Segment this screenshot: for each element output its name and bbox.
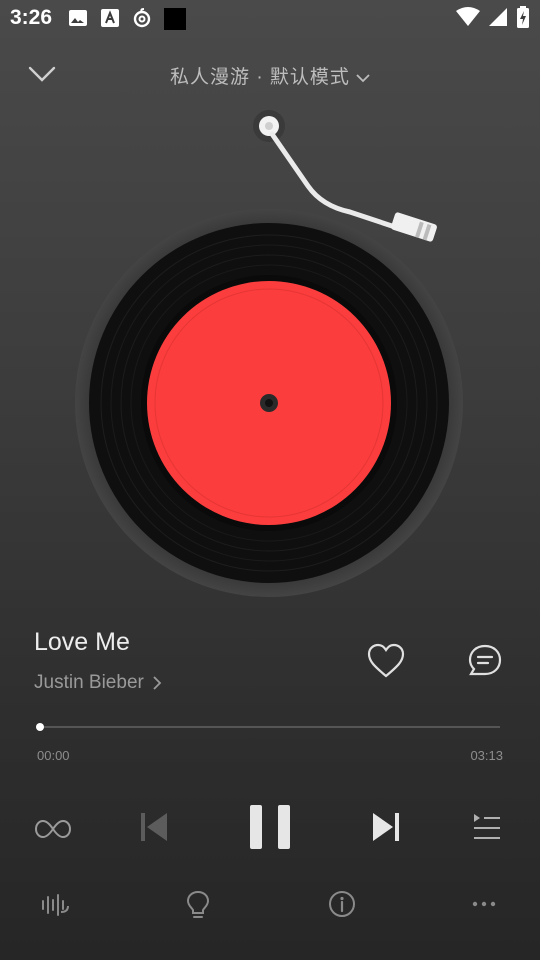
heart-icon [367,643,405,678]
infinite-loop-icon [34,819,72,839]
pause-icon [250,805,290,849]
artist-name: Justin Bieber [34,672,144,693]
comment-icon [468,644,502,676]
black-square-icon [164,8,186,30]
info-button[interactable] [328,890,358,920]
status-bar: 3:26 [0,0,540,36]
vinyl-disc[interactable] [72,206,466,600]
mode-title-text: 私人漫游 · 默认模式 [170,67,350,88]
playlist-icon [474,814,500,839]
status-notification-icons [68,8,186,30]
image-icon [68,8,88,28]
artist-link[interactable]: Justin Bieber [34,672,162,694]
tonearm [250,108,450,258]
mode-dropdown-icon [356,67,370,89]
audio-effect-button[interactable] [40,890,70,920]
chevron-right-icon [153,676,162,690]
playlist-button[interactable] [470,812,502,842]
tip-button[interactable] [186,890,216,920]
audio-effect-icon [42,894,69,916]
battery-charging-icon [516,6,530,33]
more-icon [472,901,496,907]
next-icon [373,813,399,841]
previous-button[interactable] [138,810,170,844]
lightbulb-icon [186,890,210,918]
repeat-mode-button[interactable] [34,816,72,842]
more-button[interactable] [470,890,500,920]
signal-icon [488,7,508,32]
info-icon [329,891,355,917]
pause-button[interactable] [248,803,292,851]
text-a-icon [100,8,120,28]
song-title: Love Me [34,628,130,656]
status-system-icons [456,6,530,33]
progress-bar[interactable] [36,723,500,731]
wifi-icon [456,7,480,32]
previous-icon [141,813,167,841]
like-button[interactable] [366,642,406,680]
total-time: 03:13 [470,748,503,763]
next-button[interactable] [370,810,402,844]
mode-selector[interactable]: 私人漫游 · 默认模式 [0,62,540,89]
status-time: 3:26 [10,6,53,29]
comment-button[interactable] [465,642,505,680]
netease-icon [132,8,152,28]
progress-thumb[interactable] [36,723,44,731]
current-time: 00:00 [37,748,70,763]
